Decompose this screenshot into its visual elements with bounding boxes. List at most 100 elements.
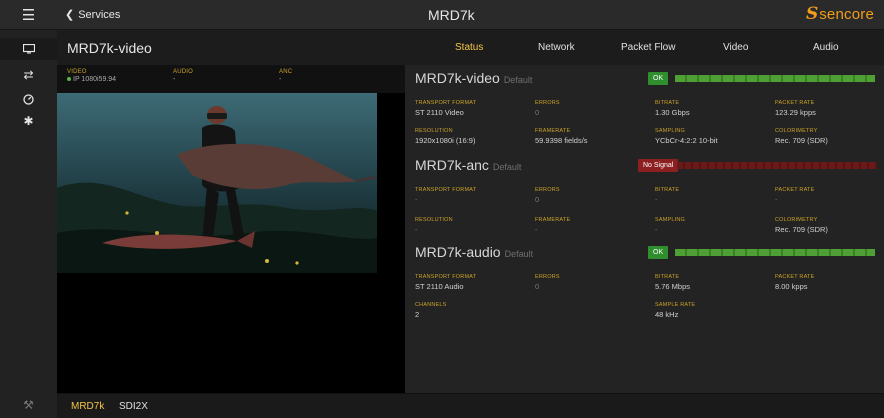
bitrate-bar [675,249,875,256]
field-label: BITRATE [655,100,680,106]
stream-title: MRD7k-anc Default [415,157,521,173]
stream-name: MRD7k-audio [415,244,501,260]
stream-default: Default [504,249,534,259]
field-value: 2 [415,310,420,319]
back-button[interactable]: ❮ Services [65,8,120,21]
video-label: VIDEO [67,69,87,75]
wrench-icon[interactable]: ⚒ [0,395,57,415]
stream-title: MRD7k-video Default [415,70,532,86]
field-value: 5.76 Mbps [655,282,691,291]
tab-network[interactable]: Network [538,42,575,53]
stream-anc: MRD7k-anc Default No Signal TRANSPORT FOR… [405,157,884,247]
device-tab-sdi2x[interactable]: SDI2X [119,401,148,412]
stream-name: MRD7k-video [415,70,500,86]
field-value: YCbCr-4:2:2 10-bit [655,136,718,145]
field-value: 8.00 kpps [775,282,808,291]
audio-label: AUDIO [173,69,194,75]
tab-bar: Status Network Packet Flow Video Audio [405,30,884,65]
field-transport-format: TRANSPORT FORMAT ST 2110 Video [415,100,476,117]
back-label: Services [78,9,121,21]
input-name: MRD7k-video [67,40,152,56]
field-framerate: FRAMERATE 59.9398 fields/s [535,128,588,145]
field-label: PACKET RATE [775,274,815,280]
stream-video: MRD7k-video Default OK TRANSPORT FORMAT ST… [405,70,884,160]
bitrate-bar [677,162,877,169]
field-label: PACKET RATE [775,100,815,106]
shuffle-icon[interactable]: ⇄ [0,64,57,86]
field-value: - [655,195,658,204]
field-transport-format: TRANSPORT FORMAT - [415,187,476,204]
field-value: Rec. 709 (SDR) [775,136,828,145]
field-errors: ERRORS 0 [535,100,560,117]
field-resolution: RESOLUTION - [415,217,453,234]
field-value: Rec. 709 (SDR) [775,225,828,234]
field-value: 0 [535,195,540,204]
field-value: - [415,195,418,204]
field-label: SAMPLE RATE [655,302,696,308]
field-value: ST 2110 Video [415,108,464,117]
field-value: 59.9398 fields/s [535,136,588,145]
field-packet-rate: PACKET RATE 8.00 kpps [775,274,815,291]
video-value-row: IP 1080i59.94 [67,76,116,83]
video-signal: VIDEO IP 1080i59.94 [67,69,116,83]
field-bitrate: BITRATE 5.76 Mbps [655,274,690,291]
field-sampling: SAMPLING YCbCr-4:2:2 10-bit [655,128,718,145]
video-preview [57,93,377,273]
field-label: PACKET RATE [775,187,815,193]
field-label: TRANSPORT FORMAT [415,274,477,280]
field-label: FRAMERATE [535,128,571,134]
field-packet-rate: PACKET RATE - [775,187,815,204]
field-value: 1.30 Gbps [655,108,690,117]
field-value: - [775,195,778,204]
stream-title: MRD7k-audio Default [415,244,533,260]
input-header: MRD7k-video [57,30,405,65]
field-label: RESOLUTION [415,128,453,134]
tab-video[interactable]: Video [723,42,748,53]
field-framerate: FRAMERATE - [535,217,570,234]
field-value: 123.29 kpps [775,108,816,117]
field-transport-format: TRANSPORT FORMAT ST 2110 Audio [415,274,476,291]
tab-status[interactable]: Status [455,42,483,53]
field-value: 1920x1080i (16:9) [415,136,476,145]
video-value: IP 1080i59.94 [73,76,117,83]
field-label: BITRATE [655,274,680,280]
stream-audio: MRD7k-audio Default OK TRANSPORT FORMAT ST… [405,244,884,344]
field-label: ERRORS [535,274,560,280]
tab-audio[interactable]: Audio [813,42,839,53]
field-label: CHANNELS [415,302,447,308]
hamburger-icon[interactable]: ☰ [0,0,57,30]
app-title: MRD7k [428,7,475,23]
field-label: TRANSPORT FORMAT [415,187,477,193]
field-value: - [415,225,418,234]
field-label: BITRATE [655,187,680,193]
field-label: ERRORS [535,187,560,193]
field-label: COLORIMETRY [775,217,818,223]
field-bitrate: BITRATE - [655,187,679,204]
left-rail: ⇄ ✱ ⚒ [0,30,57,418]
field-label: SAMPLING [655,128,686,134]
field-value: - [655,225,658,234]
monitor-icon[interactable] [0,38,57,60]
field-resolution: RESOLUTION 1920x1080i (16:9) [415,128,475,145]
field-label: ERRORS [535,100,560,106]
stream-default: Default [492,162,522,172]
status-badge: OK [648,72,669,85]
audio-signal: AUDIO - [173,69,193,83]
signal-strip: VIDEO IP 1080i59.94 AUDIO - ANC - [57,65,405,93]
gauge-icon[interactable] [0,88,57,110]
anc-signal: ANC - [279,69,292,83]
anc-label: ANC [279,69,293,75]
field-value: - [535,225,538,234]
field-label: RESOLUTION [415,217,453,223]
gear-icon[interactable]: ✱ [0,110,57,132]
chevron-left-icon: ❮ [65,9,75,21]
device-tab-mrd7k[interactable]: MRD7k [71,401,104,412]
tab-packet-flow[interactable]: Packet Flow [621,42,675,53]
field-bitrate: BITRATE 1.30 Gbps [655,100,690,117]
status-badge: OK [648,246,669,259]
field-label: FRAMERATE [535,217,571,223]
brand-logo: S sencore [806,4,874,24]
device-tab-bar: MRD7k SDI2X [57,393,884,418]
status-badge: No Signal [638,159,679,172]
field-channels: CHANNELS 2 [415,302,447,319]
